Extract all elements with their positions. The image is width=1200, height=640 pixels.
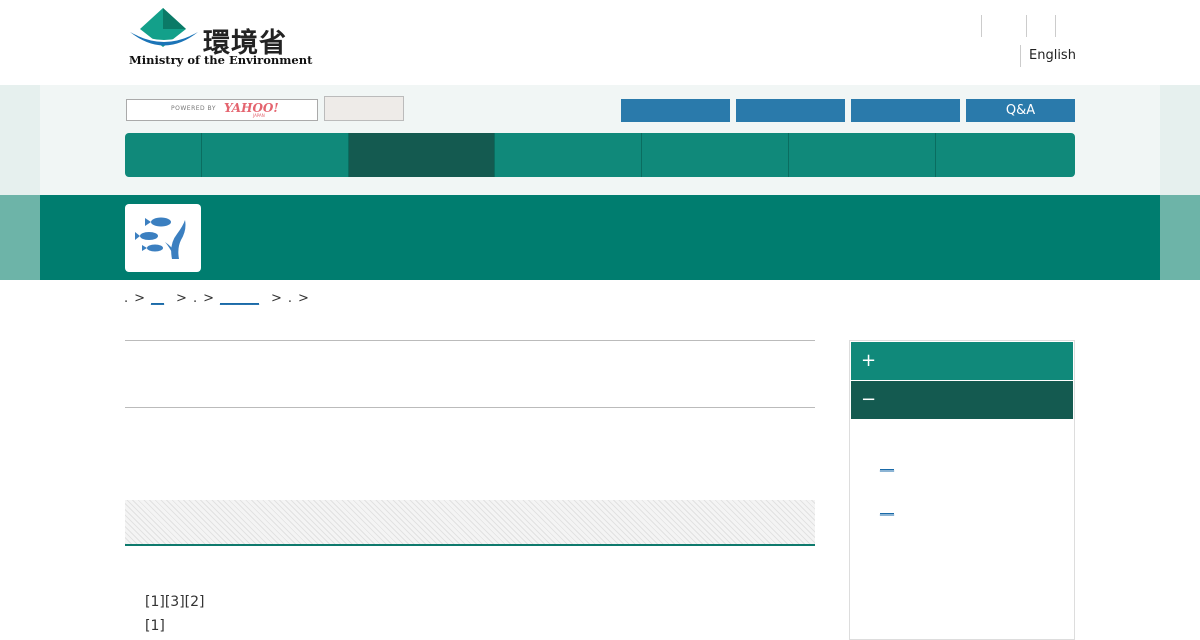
utility-links xyxy=(981,15,1056,37)
menu-item-5[interactable] xyxy=(642,133,789,177)
menu-item-7[interactable] xyxy=(936,133,1075,177)
quick-links: Q&A xyxy=(621,99,1075,122)
sidebar-collapse-header[interactable]: − xyxy=(851,381,1073,419)
breadcrumb-link-2[interactable]: __ xyxy=(151,291,164,306)
sidebar: + − __ __ xyxy=(849,340,1075,640)
title-divider-bottom xyxy=(125,407,815,408)
sidebar-expand-header[interactable]: + xyxy=(851,342,1073,380)
section-heading xyxy=(125,500,815,546)
menu-item-4[interactable] xyxy=(495,133,642,177)
breadcrumb-link-4[interactable]: ______ xyxy=(220,291,259,306)
plus-icon: + xyxy=(861,350,877,371)
breadcrumb-item-3: . xyxy=(192,291,198,306)
sidebar-link-2[interactable]: __ xyxy=(880,500,894,516)
quick-link-2[interactable] xyxy=(736,99,845,122)
breadcrumb-item-1: . xyxy=(124,291,129,306)
title-divider-top xyxy=(125,340,815,341)
quick-link-1[interactable] xyxy=(621,99,730,122)
menu-item-2[interactable] xyxy=(202,133,349,177)
site-header: 環境省 Ministry of the Environment English xyxy=(0,0,1200,85)
content-body: [1][3][2] [1] xyxy=(145,590,205,638)
minus-icon: − xyxy=(861,389,877,410)
utility-link-1[interactable] xyxy=(981,15,1026,37)
main-menu xyxy=(125,133,1075,177)
yahoo-japan-label: JAPAN xyxy=(253,113,265,118)
qa-link[interactable]: Q&A xyxy=(966,99,1075,122)
utility-link-3[interactable] xyxy=(1055,15,1056,37)
ministry-logo[interactable]: 環境省 Ministry of the Environment xyxy=(128,7,312,69)
english-link[interactable]: English xyxy=(1020,45,1076,67)
sidebar-link-1[interactable]: __ xyxy=(880,456,894,472)
menu-item-6[interactable] xyxy=(789,133,936,177)
quick-link-3[interactable] xyxy=(851,99,960,122)
powered-by-label: POWERED BY xyxy=(171,105,217,112)
menu-item-home[interactable] xyxy=(125,133,202,177)
ministry-logo-icon xyxy=(130,8,198,47)
content-line-2: [1] xyxy=(145,618,165,634)
category-icon-box xyxy=(125,204,201,272)
search-input[interactable]: POWERED BY YAHOO! JAPAN xyxy=(126,99,318,121)
breadcrumb-item-5: . xyxy=(287,291,293,306)
fish-seaweed-icon xyxy=(135,217,186,259)
yahoo-logo: YAHOO! xyxy=(224,101,279,115)
search-button[interactable] xyxy=(324,96,404,121)
content-line-1: [1][3][2] xyxy=(145,594,205,610)
menu-item-3-active[interactable] xyxy=(349,133,495,177)
breadcrumb: . > __ >. > ______ >. > xyxy=(124,291,309,306)
logo-english: Ministry of the Environment xyxy=(129,53,313,67)
utility-link-2[interactable] xyxy=(1026,15,1055,37)
